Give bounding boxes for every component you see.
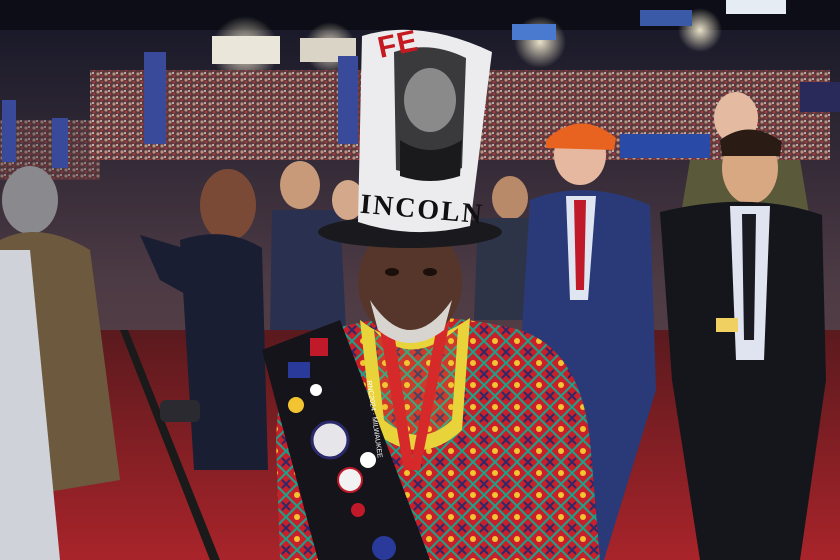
photo-illustration (0, 0, 840, 560)
photo-scene: FE INCOLN RNC2024 · MILWAUKEE (0, 0, 840, 560)
camera (160, 400, 200, 422)
